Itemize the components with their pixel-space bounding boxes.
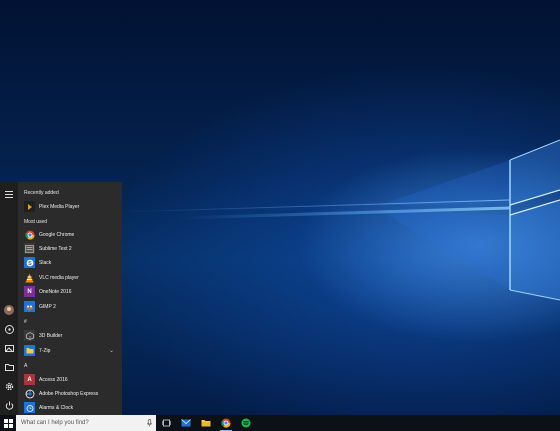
spotify-icon — [241, 418, 251, 428]
chrome-icon — [24, 229, 35, 240]
app-item-3d-builder[interactable]: 3D Builder — [24, 329, 120, 342]
music-button[interactable] — [0, 320, 18, 338]
app-item-chrome[interactable]: Google Chrome — [24, 228, 120, 241]
plex-icon — [24, 201, 35, 212]
3d-builder-icon — [24, 330, 35, 341]
avatar-icon — [4, 305, 14, 315]
microphone-icon — [146, 419, 152, 427]
start-menu-rail — [0, 182, 18, 415]
microphone-button[interactable] — [144, 415, 154, 431]
hamburger-icon — [5, 190, 13, 198]
windows-logo-icon — [3, 418, 13, 428]
app-label: Plex Media Player — [39, 203, 80, 210]
vlc-icon — [24, 272, 35, 283]
taskbar: What can I help you find? — [0, 415, 560, 431]
app-label: Access 2016 — [39, 376, 68, 383]
expand-menu-button[interactable] — [0, 185, 18, 203]
settings-button[interactable] — [0, 377, 18, 395]
app-item-onenote[interactable]: N OneNote 2016 — [24, 285, 120, 298]
mail-icon — [181, 419, 191, 427]
app-item-photoshop-express[interactable]: Adobe Photoshop Express — [24, 387, 120, 400]
task-view-icon — [161, 419, 171, 427]
gear-icon — [5, 382, 13, 390]
app-item-access[interactable]: A Access 2016 — [24, 373, 120, 386]
power-icon — [5, 401, 13, 410]
app-label: Adobe Photoshop Express — [39, 390, 99, 397]
folder-icon — [201, 420, 211, 427]
onenote-icon: N — [24, 286, 35, 297]
file-explorer-taskbar-button[interactable] — [196, 415, 216, 431]
app-item-alarms-clock[interactable]: Alarms & Clock — [24, 401, 120, 414]
folder-icon — [4, 364, 14, 371]
app-label: Alarms & Clock — [39, 404, 74, 411]
most-used-header: Most used — [24, 219, 48, 225]
app-label: VLC media player — [39, 274, 79, 281]
app-item-gimp[interactable]: GIMP 2 — [24, 300, 120, 313]
app-item-7zip[interactable]: 7-Zip ⌄ — [24, 344, 120, 357]
app-item-plex[interactable]: Plex Media Player — [24, 200, 120, 213]
sublime-icon — [24, 243, 35, 254]
access-tile-letter: A — [27, 376, 32, 383]
alarm-clock-icon — [24, 402, 35, 413]
photoshop-express-icon — [24, 388, 35, 399]
spotify-taskbar-button[interactable] — [236, 415, 256, 431]
picture-icon — [4, 344, 14, 352]
mail-button[interactable] — [176, 415, 196, 431]
task-view-button[interactable] — [156, 415, 176, 431]
app-item-sublime[interactable]: Sublime Text 2 — [24, 242, 120, 255]
power-button[interactable] — [0, 396, 18, 414]
app-label: GIMP 2 — [39, 303, 56, 310]
section-header-hash[interactable]: # — [24, 319, 27, 325]
chrome-icon — [221, 418, 231, 428]
photos-button[interactable] — [0, 339, 18, 357]
app-list: Recently added Plex Media Player Most us… — [18, 182, 122, 415]
svg-text:S: S — [28, 261, 32, 267]
search-box[interactable]: What can I help you find? — [16, 415, 156, 431]
music-icon — [4, 324, 14, 334]
app-label: Sublime Text 2 — [39, 245, 72, 252]
app-label: 3D Builder — [39, 332, 63, 339]
app-label: Google Chrome — [39, 231, 75, 238]
app-item-slack[interactable]: S Slack — [24, 256, 120, 269]
recently-added-header: Recently added — [24, 190, 59, 196]
file-explorer-button[interactable] — [0, 358, 18, 376]
start-button[interactable] — [0, 415, 16, 431]
app-label: 7-Zip — [39, 347, 51, 354]
app-item-vlc[interactable]: VLC media player — [24, 271, 120, 284]
search-input[interactable]: What can I help you find? — [21, 420, 144, 426]
slack-icon: S — [24, 257, 35, 268]
app-label: Slack — [39, 259, 52, 266]
section-header-a[interactable]: A — [24, 363, 27, 369]
chevron-down-icon[interactable]: ⌄ — [109, 347, 114, 354]
onenote-tile-letter: N — [27, 288, 32, 295]
access-icon: A — [24, 374, 35, 385]
chrome-taskbar-button[interactable] — [216, 415, 236, 431]
start-menu: Recently added Plex Media Player Most us… — [0, 182, 122, 415]
gimp-icon — [24, 301, 35, 312]
folder-icon — [24, 345, 35, 356]
app-label: OneNote 2016 — [39, 288, 72, 295]
user-account-button[interactable] — [0, 301, 18, 319]
